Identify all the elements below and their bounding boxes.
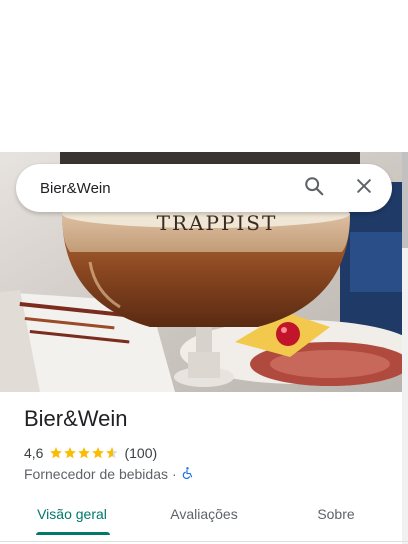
category-row: Fornecedor de bebidas · (24, 465, 194, 483)
search-button[interactable] (300, 174, 328, 202)
place-title: Bier&Wein (24, 406, 128, 431)
search-input[interactable] (40, 164, 270, 212)
tab-reviews[interactable]: Avaliações (148, 494, 260, 534)
rating-stars (49, 446, 119, 460)
search-icon (303, 175, 325, 202)
tab-about[interactable]: Sobre (280, 494, 392, 534)
wheelchair-icon (181, 466, 194, 483)
scrollbar-thumb[interactable] (402, 152, 408, 248)
star-icon (92, 447, 105, 459)
close-icon (354, 176, 374, 201)
tabs-divider (0, 541, 408, 542)
place-panel: TRAPPIST Bier&Wein Bier&Wein 4,6 (100) F… (0, 0, 408, 544)
rating-value: 4,6 (24, 445, 44, 461)
active-tab-indicator (36, 532, 110, 535)
tab-overview[interactable]: Visão geral (16, 494, 128, 534)
star-icon (106, 447, 119, 459)
review-count[interactable]: (100) (124, 445, 157, 461)
search-box (16, 164, 392, 212)
rating-row: 4,6 (100) (24, 444, 157, 462)
glass-brand-text: TRAPPIST (157, 211, 278, 235)
close-button[interactable] (350, 174, 378, 202)
place-category[interactable]: Fornecedor de bebidas (24, 466, 168, 482)
star-icon (64, 447, 77, 459)
star-icon (50, 447, 63, 459)
place-tabs: Visão geral Avaliações Sobre (0, 494, 408, 538)
star-icon (78, 447, 91, 459)
separator: · (172, 466, 177, 482)
